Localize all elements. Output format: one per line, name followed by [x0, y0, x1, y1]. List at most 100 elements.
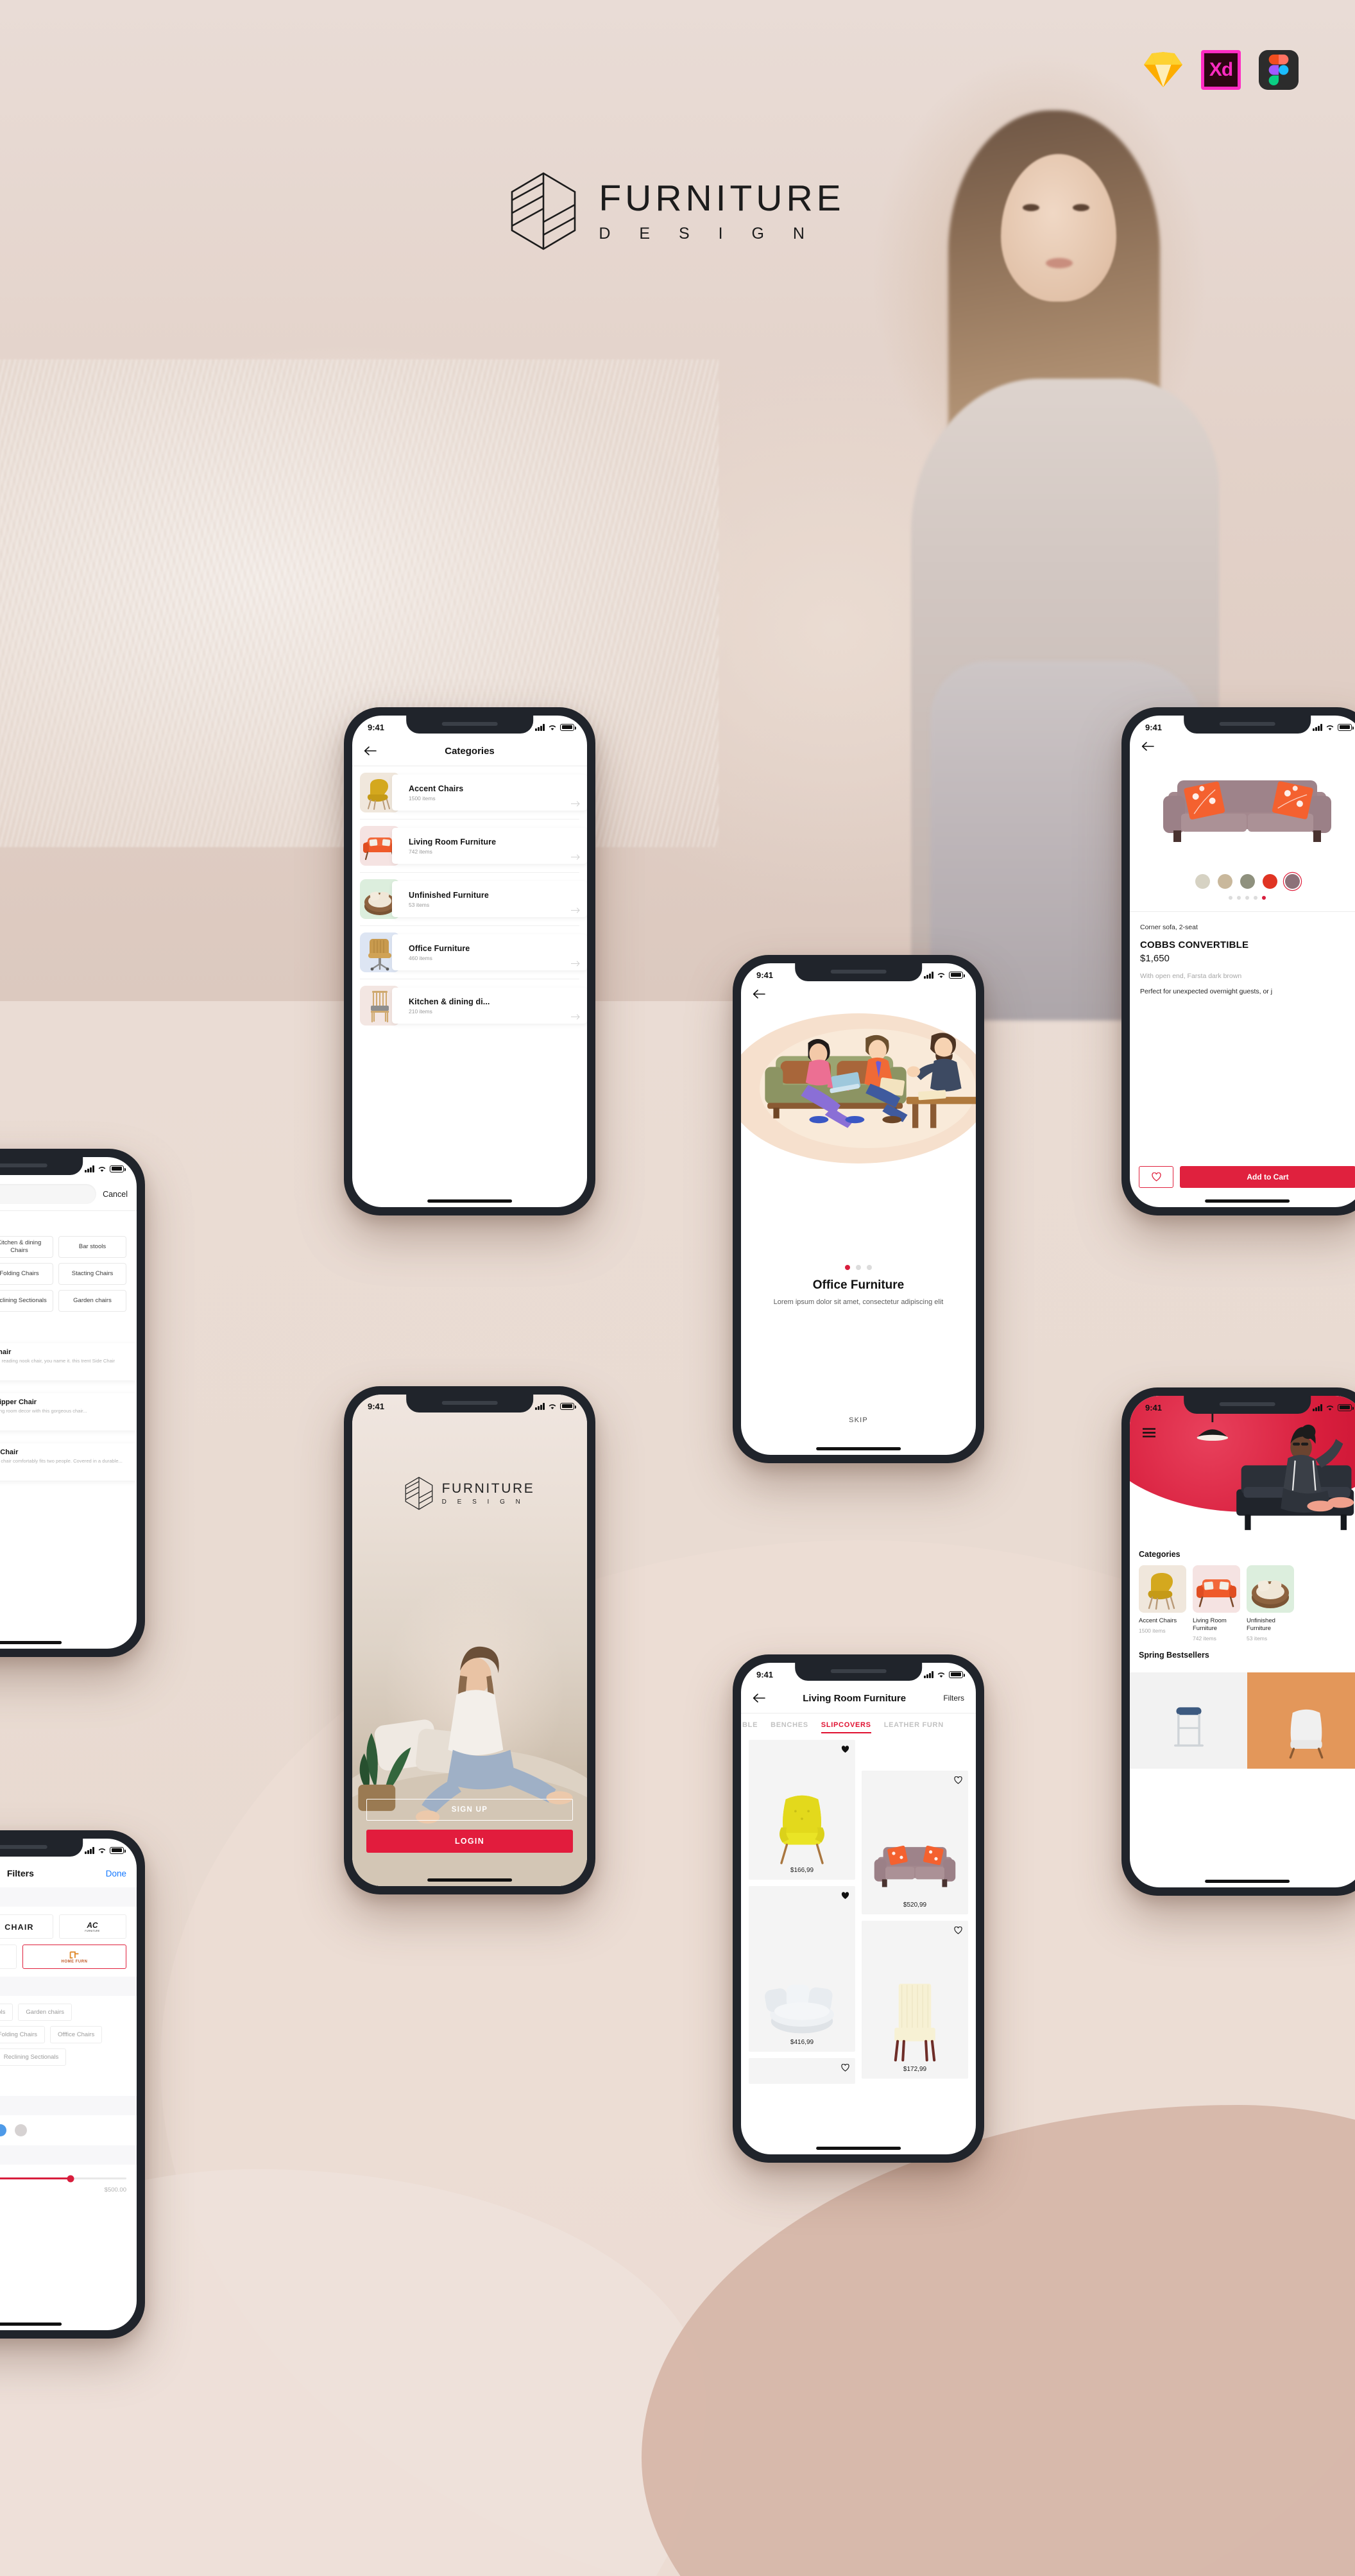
- heart-icon-filled[interactable]: [841, 1746, 849, 1753]
- product-card[interactable]: $172,99: [862, 1921, 968, 2079]
- cancel-button[interactable]: Cancel: [103, 1190, 128, 1199]
- brand-logo: FURNITURE D E S I G N: [0, 172, 1355, 250]
- status-time: 9:41: [368, 722, 385, 732]
- range-knob-max[interactable]: [67, 2175, 74, 2182]
- tab-leather-furniture[interactable]: LEATHER FURN: [884, 1721, 944, 1733]
- category-row[interactable]: Accent Chairs 1500 items: [352, 766, 587, 819]
- swatch-beige[interactable]: [1195, 874, 1210, 889]
- category-row[interactable]: Living Room Furniture 742 items: [352, 820, 587, 872]
- keyword-chip[interactable]: Reclining Sectionals: [0, 1290, 53, 1312]
- brand-option-home-furn[interactable]: HOME FURN: [22, 1945, 126, 1969]
- category-row[interactable]: Unfinished Furniture 53 items: [352, 873, 587, 925]
- bestseller-card[interactable]: [1130, 1672, 1247, 1769]
- wifi-icon: [98, 1166, 106, 1172]
- price-section-title: Price range: [0, 2145, 137, 2165]
- tab-ble[interactable]: BLE: [742, 1721, 758, 1733]
- keyword-chip[interactable]: Bar stools: [58, 1236, 126, 1258]
- login-button[interactable]: LOGIN: [366, 1830, 573, 1853]
- battery-icon: [560, 723, 576, 731]
- carousel-dots[interactable]: [1130, 896, 1355, 900]
- page-dot-3[interactable]: [867, 1265, 872, 1270]
- brand-option-rathy[interactable]: RATHY: [0, 1945, 17, 1969]
- recent-search-item[interactable]: Mashburn Slipper Chair Accentuate your l…: [0, 1387, 137, 1437]
- sketch-icon[interactable]: [1143, 50, 1183, 90]
- signup-button[interactable]: SIGN UP: [366, 1799, 573, 1821]
- filter-chip[interactable]: Garden chairs: [18, 2004, 72, 2021]
- figma-icon[interactable]: [1259, 50, 1299, 90]
- heart-icon-filled[interactable]: [841, 1892, 849, 1900]
- status-time: 9:41: [368, 1401, 385, 1411]
- product-card[interactable]: $166,99: [749, 1740, 855, 1880]
- keyword-chip[interactable]: Kitchen & dining Chairs: [0, 1236, 53, 1258]
- home-category-items: 53 items: [1247, 1635, 1268, 1642]
- keyword-chip[interactable]: Folding Chairs: [0, 1263, 53, 1285]
- page-dot-1[interactable]: [845, 1265, 850, 1270]
- carousel-dot-5[interactable]: [1262, 896, 1266, 900]
- category-row[interactable]: Office Furniture 460 items: [352, 926, 587, 979]
- onboarding-illustration: [741, 1002, 976, 1194]
- carousel-dot-2[interactable]: [1237, 896, 1241, 900]
- page-dot-2[interactable]: [856, 1265, 861, 1270]
- filter-chip[interactable]: Folding Chairs: [0, 2026, 46, 2043]
- onboarding-page-dots[interactable]: [741, 1265, 976, 1270]
- brand-option-chair[interactable]: CHAIR: [0, 1914, 53, 1939]
- filter-chip[interactable]: Reclining Sectionals: [0, 2048, 67, 2066]
- heart-icon-outline[interactable]: [954, 1776, 962, 1784]
- swatch-tan[interactable]: [1217, 874, 1232, 889]
- back-arrow-icon[interactable]: [1141, 741, 1154, 751]
- back-arrow-icon[interactable]: [753, 989, 765, 999]
- swatch-red[interactable]: [1262, 874, 1277, 889]
- color-swatch-blue[interactable]: [0, 2124, 6, 2136]
- skip-button[interactable]: SKIP: [741, 1416, 976, 1424]
- menu-button[interactable]: [1141, 1428, 1157, 1441]
- product-description: A stylish spare seat, reading nook chair…: [0, 1358, 115, 1364]
- adobe-xd-icon[interactable]: Xd: [1201, 50, 1241, 90]
- recent-search-item[interactable]: Marta Barrel Chair This oversize round c…: [0, 1437, 137, 1487]
- wifi-icon: [549, 1404, 556, 1409]
- tab-benches[interactable]: BENCHES: [771, 1721, 808, 1733]
- favorite-button[interactable]: [1139, 1166, 1173, 1188]
- product-card[interactable]: $416,99: [749, 1886, 855, 2052]
- back-arrow-icon[interactable]: [364, 746, 377, 756]
- price-range-slider[interactable]: $0.00 $500.00: [0, 2165, 137, 2200]
- brand-option-ac-furniture[interactable]: AC FURNITURE: [58, 1914, 126, 1939]
- product-card[interactable]: $520,99: [862, 1771, 968, 1914]
- search-input[interactable]: Search produce: [0, 1184, 97, 1204]
- tab-slipcovers[interactable]: SLIPCOVERS: [821, 1721, 871, 1734]
- category-item-count: 742 items: [409, 848, 432, 855]
- color-swatches: [0, 2115, 137, 2145]
- categories-section-title: Categories: [0, 1977, 137, 1996]
- product-card[interactable]: [749, 2058, 855, 2084]
- back-arrow-icon[interactable]: [753, 1693, 765, 1703]
- category-item-count: 1500 items: [409, 794, 436, 802]
- heart-icon-outline[interactable]: [954, 1927, 962, 1934]
- color-swatch-grey[interactable]: [15, 2124, 27, 2136]
- home-category-name: Unfinished Furniture: [1247, 1617, 1275, 1632]
- brand-grid: FURNICOM CHAIR AC FURNITURE RATHY: [0, 1907, 137, 1977]
- product-grid: $166,99 $416,99 $520,99 $172,99: [741, 1733, 976, 2090]
- keyword-chip[interactable]: Stacting Chairs: [58, 1263, 126, 1285]
- done-button[interactable]: Done: [106, 1869, 126, 1878]
- home-category-card[interactable]: Accent Chairs 1500 items: [1139, 1565, 1186, 1642]
- add-to-cart-button[interactable]: Add to Cart: [1180, 1166, 1355, 1188]
- carousel-dot-1[interactable]: [1229, 896, 1232, 900]
- filter-chip[interactable]: Offfice Chairs: [50, 2026, 103, 2043]
- home-category-card[interactable]: Living Room Furniture 742 items: [1193, 1565, 1240, 1642]
- recent-search-item[interactable]: Trent Side Chair A stylish spare seat, r…: [0, 1337, 137, 1387]
- svg-text:CHAIR: CHAIR: [4, 1922, 33, 1931]
- category-row[interactable]: Kitchen & dining di... 210 items: [352, 979, 587, 1032]
- swatch-olive[interactable]: [1240, 874, 1255, 889]
- bestseller-card[interactable]: [1247, 1672, 1355, 1769]
- swatch-mauve[interactable]: [1284, 874, 1300, 889]
- product-price: $101,99: [0, 1368, 129, 1375]
- carousel-dot-4[interactable]: [1254, 896, 1257, 900]
- hexagon-stripes-logo-icon: [405, 1477, 432, 1510]
- keyword-chip[interactable]: Garden chairs: [58, 1290, 126, 1312]
- filter-chip[interactable]: Bar stools: [0, 2004, 13, 2021]
- filters-button[interactable]: Filters: [943, 1694, 964, 1703]
- product-price: $166,99: [790, 1867, 814, 1874]
- carousel-dot-3[interactable]: [1245, 896, 1249, 900]
- heart-icon-outline[interactable]: [841, 2064, 849, 2072]
- home-category-card[interactable]: Unfinished Furniture 53 items: [1247, 1565, 1294, 1642]
- wifi-icon: [937, 972, 945, 978]
